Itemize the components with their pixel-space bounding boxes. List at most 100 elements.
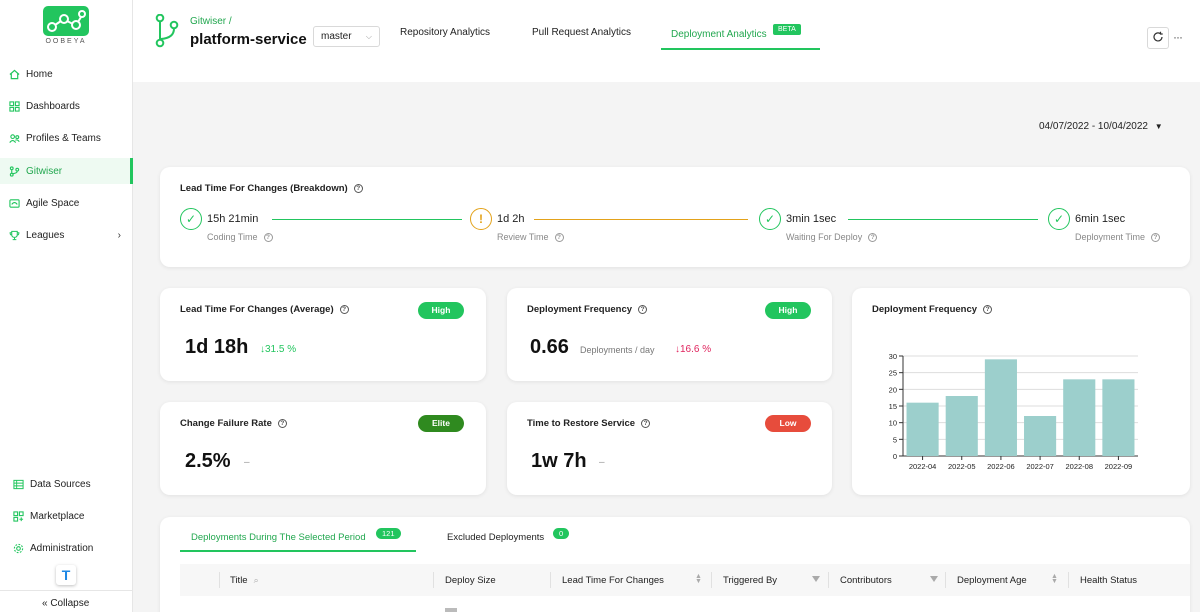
tab-repository-analytics[interactable]: Repository Analytics xyxy=(400,27,490,38)
date-range-value: 04/07/2022 - 10/04/2022 xyxy=(1039,121,1148,132)
sidebar: OOBEYA Home Dashboards Profiles & Teams … xyxy=(0,0,133,612)
trophy-icon xyxy=(8,229,20,241)
sidebar-item-gitwiser[interactable]: Gitwiser xyxy=(0,158,133,184)
y-tick-label: 30 xyxy=(889,352,897,361)
breadcrumb[interactable]: Gitwiser / xyxy=(190,16,232,27)
x-tick-label: 2022-09 xyxy=(1105,462,1133,471)
x-tick-label: 2022-05 xyxy=(948,462,976,471)
filter-icon[interactable] xyxy=(812,576,820,582)
date-range-picker[interactable]: 04/07/2022 - 10/04/2022 ▼ xyxy=(1039,121,1163,132)
check-circle-icon: ✓ xyxy=(180,208,202,230)
y-tick-label: 0 xyxy=(893,452,897,461)
lead-time-breakdown-card: Lead Time For Changes (Breakdown) ? ✓ 15… xyxy=(160,167,1190,267)
card-title: Lead Time For Changes (Average)? xyxy=(180,304,349,315)
marketplace-icon xyxy=(12,510,24,522)
performance-badge: Low xyxy=(765,415,811,432)
column-divider xyxy=(828,572,829,588)
agile-icon xyxy=(8,197,20,209)
help-icon[interactable]: ? xyxy=(638,305,648,314)
sidebar-item-leagues[interactable]: Leagues › xyxy=(0,222,133,248)
search-icon[interactable]: ⌕ xyxy=(254,575,259,585)
bar xyxy=(906,402,939,456)
change-failure-rate-card: Change Failure Rate? Elite 2.5% – xyxy=(160,402,486,495)
sort-icon[interactable]: ▲ ▼ xyxy=(1051,573,1058,585)
help-icon[interactable]: ? xyxy=(353,184,363,193)
filter-icon[interactable] xyxy=(930,576,938,582)
tab-pull-request-analytics[interactable]: Pull Request Analytics xyxy=(532,27,631,38)
sidebar-item-administration[interactable]: Administration xyxy=(0,538,133,558)
help-icon[interactable]: ? xyxy=(263,232,273,242)
column-divider xyxy=(433,572,434,588)
lead-time-average-card: Lead Time For Changes (Average)? High 1d… xyxy=(160,288,486,381)
x-tick-label: 2022-07 xyxy=(1026,462,1054,471)
column-contributors[interactable]: Contributors xyxy=(840,575,892,586)
sidebar-item-data-sources[interactable]: Data Sources xyxy=(0,474,133,494)
deployment-frequency-chart-card: Deployment Frequency? 0 5 10 15 20 25 30 2022-0… xyxy=(852,288,1190,495)
step-connector xyxy=(534,219,748,220)
column-lead-time[interactable]: Lead Time For Changes xyxy=(562,575,664,586)
column-health-status[interactable]: Health Status xyxy=(1080,575,1137,586)
sidebar-item-label: Marketplace xyxy=(30,510,85,522)
tab-excluded-deployments[interactable]: Excluded Deployments xyxy=(447,532,544,543)
sidebar-item-agile-space[interactable]: Agile Space xyxy=(0,190,133,216)
sidebar-item-dashboards[interactable]: Dashboards xyxy=(0,93,133,119)
sidebar-item-label: Gitwiser xyxy=(26,165,63,177)
bar-chart: 0 5 10 15 20 25 30 2022-04 2022-05 2022-06 2022-07… xyxy=(889,352,1138,471)
help-icon[interactable]: ? xyxy=(277,419,287,428)
sort-icon[interactable]: ▲ ▼ xyxy=(695,573,702,585)
count-badge: 0 xyxy=(553,528,570,539)
check-circle-icon: ✓ xyxy=(1048,208,1070,230)
repository-title: platform-service xyxy=(190,31,307,48)
column-title[interactable]: Title ⌕ xyxy=(230,575,259,586)
column-divider xyxy=(219,572,220,588)
bar xyxy=(1024,416,1057,456)
help-icon[interactable]: ? xyxy=(868,232,878,242)
card-title: Change Failure Rate? xyxy=(180,418,287,429)
user-avatar[interactable]: T xyxy=(56,565,76,585)
tab-deployment-analytics[interactable]: Deployment Analytics xyxy=(671,29,767,40)
column-deploy-size[interactable]: Deploy Size xyxy=(445,575,496,586)
dashboard-icon xyxy=(8,100,20,112)
bar xyxy=(1063,379,1096,456)
sidebar-item-label: Home xyxy=(26,68,53,80)
help-icon[interactable]: ? xyxy=(641,419,651,428)
bar xyxy=(945,396,978,456)
refresh-button[interactable] xyxy=(1147,27,1169,49)
column-triggered-by[interactable]: Triggered By xyxy=(723,575,777,586)
table-header: Title ⌕ Deploy Size Lead Time For Changes… xyxy=(180,564,1190,596)
time-to-restore-card: Time to Restore Service? Low 1w 7h – xyxy=(507,402,832,495)
help-icon[interactable]: ? xyxy=(339,305,349,314)
collapse-button[interactable]: « Collapse xyxy=(42,598,89,609)
more-options-icon[interactable]: ··· xyxy=(1173,30,1183,44)
check-circle-icon: ✓ xyxy=(759,208,781,230)
active-tab-indicator xyxy=(180,550,416,552)
column-divider xyxy=(711,572,712,588)
step-value: 6min 1sec xyxy=(1075,213,1126,225)
column-deployment-age[interactable]: Deployment Age xyxy=(957,575,1027,586)
home-icon xyxy=(8,68,20,80)
y-tick-label: 20 xyxy=(889,385,897,394)
branch-select[interactable]: master ⌵ xyxy=(313,26,380,47)
metric-delta: ↓16.6 % xyxy=(675,344,712,355)
column-divider xyxy=(550,572,551,588)
sidebar-item-label: Data Sources xyxy=(30,478,91,490)
y-tick-label: 5 xyxy=(893,435,897,444)
y-tick-label: 15 xyxy=(889,402,897,411)
x-tick-label: 2022-04 xyxy=(909,462,937,471)
sidebar-divider xyxy=(0,590,133,591)
y-tick-label: 10 xyxy=(889,419,897,428)
bar xyxy=(1102,379,1135,456)
warning-circle-icon: ! xyxy=(470,208,492,230)
step-connector xyxy=(848,219,1038,220)
sidebar-item-profiles-teams[interactable]: Profiles & Teams xyxy=(0,125,133,151)
tab-selected-deployments[interactable]: Deployments During The Selected Period xyxy=(191,532,366,543)
sidebar-item-home[interactable]: Home xyxy=(0,61,133,87)
help-icon[interactable]: ? xyxy=(1151,232,1161,242)
step-value: 15h 21min xyxy=(207,213,259,225)
step-connector xyxy=(272,219,462,220)
sidebar-item-marketplace[interactable]: Marketplace xyxy=(0,506,133,526)
help-icon[interactable]: ? xyxy=(554,232,564,242)
step-label: Coding Time? xyxy=(207,232,273,242)
oobeya-logo[interactable] xyxy=(43,6,89,36)
row-checkbox[interactable] xyxy=(445,608,457,612)
